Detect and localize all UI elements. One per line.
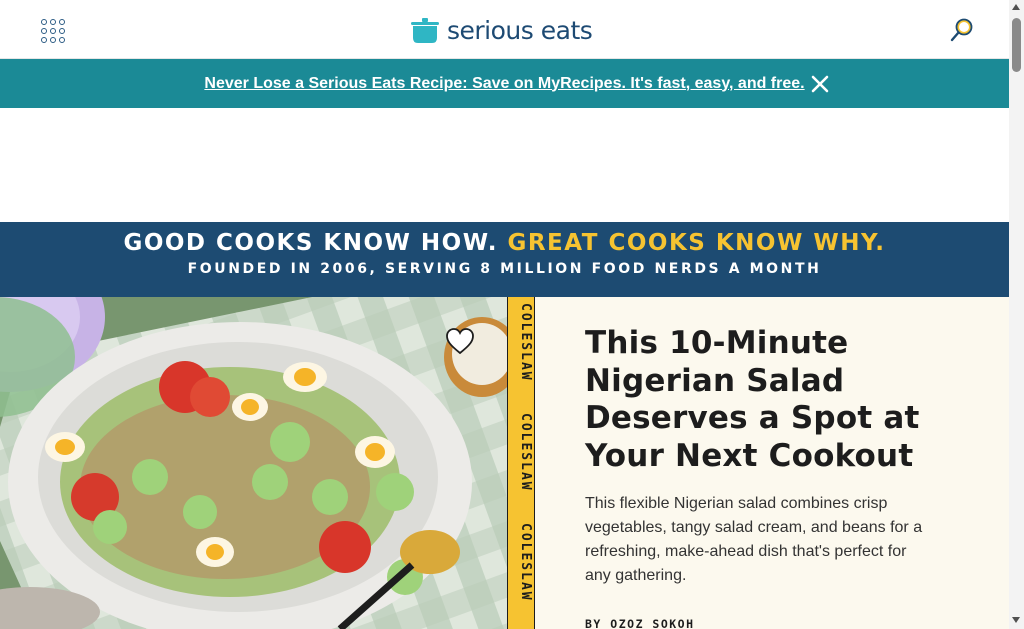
tagline-main: GOOD COOKS KNOW HOW. GREAT COOKS KNOW WH… [0,230,1009,256]
hero-text-panel: This 10-Minute Nigerian Salad Deserves a… [535,297,1009,629]
grid-menu-icon[interactable] [41,19,65,43]
site-header: serious eats [0,0,1009,59]
byline-prefix: BY [585,617,602,629]
tag-strip: COLESLAW COLESLAW COLESLAW [507,297,535,629]
salad-photo [0,297,507,629]
close-icon[interactable] [810,74,830,94]
magnifier-icon[interactable] [949,17,975,43]
article-headline[interactable]: This 10-Minute Nigerian Salad Deserves a… [585,325,945,475]
article-description: This flexible Nigerian salad combines cr… [585,495,923,584]
scroll-down-arrow-icon[interactable] [1012,617,1020,623]
tag-link[interactable]: COLESLAW [511,413,533,503]
pot-icon [411,18,439,43]
logo-text: serious eats [447,15,593,45]
tagline-band: GOOD COOKS KNOW HOW. GREAT COOKS KNOW WH… [0,222,1009,297]
author-link[interactable]: OZOZ SOKOH [610,617,694,629]
tagline-part-2: GREAT COOKS KNOW WHY. [507,230,886,256]
heart-icon[interactable] [445,327,475,357]
ad-placeholder [0,108,1009,222]
tag-link[interactable]: COLESLAW [511,523,533,613]
tagline-subtitle: FOUNDED IN 2006, SERVING 8 MILLION FOOD … [187,261,822,277]
hero-image[interactable] [0,297,507,629]
site-logo[interactable]: serious eats [410,15,593,45]
scroll-up-arrow-icon[interactable] [1012,4,1020,10]
scroll-thumb[interactable] [1012,18,1021,72]
article-byline: BY OZOZ SOKOH [585,617,695,629]
tag-link[interactable]: COLESLAW [511,303,533,393]
scrollbar[interactable] [1009,0,1024,629]
page: serious eats Never Lose a Serious Eats R… [0,0,1009,629]
promo-banner: Never Lose a Serious Eats Recipe: Save o… [0,59,1009,108]
hero-feature: COLESLAW COLESLAW COLESLAW This 10-Minut… [0,297,1009,629]
tagline-part-1: GOOD COOKS KNOW HOW. [123,230,498,256]
promo-link[interactable]: Never Lose a Serious Eats Recipe: Save o… [204,75,804,93]
